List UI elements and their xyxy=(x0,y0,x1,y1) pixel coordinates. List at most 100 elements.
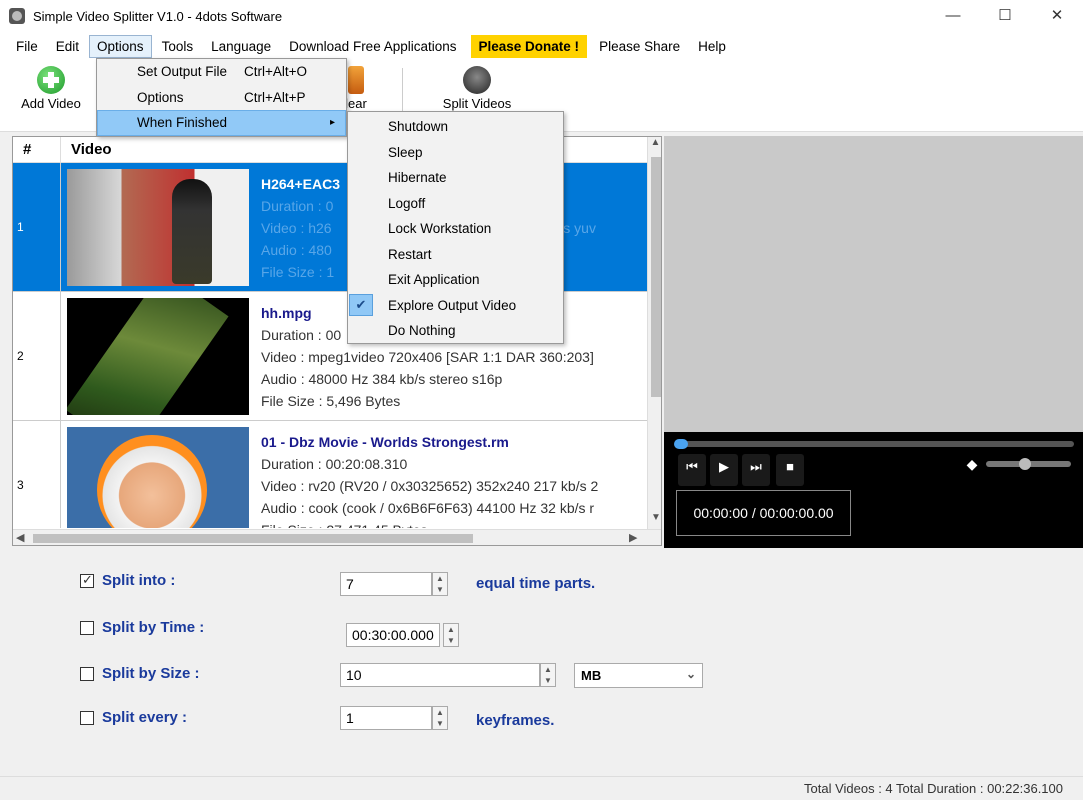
column-number[interactable]: # xyxy=(13,137,61,163)
menu-item-set-output-file[interactable]: Set Output File Ctrl+Alt+O xyxy=(97,59,346,85)
video-stream-info: Video : rv20 (RV20 / 0x30325652) 352x240… xyxy=(261,478,599,494)
menu-help[interactable]: Help xyxy=(690,35,734,58)
split-by-time-input[interactable]: 00:30:00.000 xyxy=(346,623,440,647)
size-unit-select[interactable]: MB ⌄ xyxy=(574,663,703,688)
video-stream-info: Video : mpeg1video 720x406 [SAR 1:1 DAR … xyxy=(261,349,594,365)
next-icon[interactable]: ⏭ xyxy=(742,454,770,486)
menu-item-hibernate[interactable]: Hibernate xyxy=(348,165,563,191)
split-by-time-stepper[interactable]: ▲ ▼ xyxy=(443,623,459,647)
menu-file[interactable]: File xyxy=(8,35,46,58)
submenu-arrow-icon: ▸ xyxy=(329,117,335,129)
video-details: 01 - Dbz Movie - Worlds Strongest.rm Dur… xyxy=(261,431,647,528)
vertical-scrollbar[interactable]: ▲ ▼ xyxy=(647,137,661,529)
menu-item-exit-application[interactable]: Exit Application xyxy=(348,267,563,293)
video-thumbnail xyxy=(67,427,249,528)
scroll-down-icon[interactable]: ▼ xyxy=(648,512,661,529)
scrollbar-thumb[interactable] xyxy=(651,157,661,397)
row-number: 2 xyxy=(13,292,61,420)
split-by-size-input[interactable]: 10 xyxy=(340,663,540,687)
volume-slider[interactable] xyxy=(986,458,1071,470)
scroll-left-icon[interactable]: ◀ xyxy=(16,531,24,544)
menu-item-options[interactable]: Options Ctrl+Alt+P xyxy=(97,85,346,111)
chevron-down-icon: ⌄ xyxy=(685,667,696,681)
split-every-stepper[interactable]: ▲ ▼ xyxy=(432,706,448,730)
menu-language[interactable]: Language xyxy=(203,35,279,58)
split-every-input[interactable]: 1 xyxy=(340,706,432,730)
menu-item-logoff[interactable]: Logoff xyxy=(348,191,563,217)
video-filename: 01 - Dbz Movie - Worlds Strongest.rm xyxy=(261,434,509,450)
menu-tools[interactable]: Tools xyxy=(154,35,202,58)
horizontal-scrollbar[interactable]: ◀ ▶ xyxy=(13,529,661,545)
split-every-checkbox[interactable] xyxy=(80,710,94,725)
options-menu: Set Output File Ctrl+Alt+O Options Ctrl+… xyxy=(96,58,347,137)
maximize-button[interactable]: ☐ xyxy=(979,0,1031,30)
horizontal-scrollbar-thumb[interactable] xyxy=(33,534,473,543)
menu-edit[interactable]: Edit xyxy=(48,35,87,58)
video-file-size: File Size : 27,471,45 Bytes xyxy=(261,519,647,528)
split-videos-label: Split Videos xyxy=(442,96,512,111)
video-thumbnail xyxy=(67,298,249,415)
scroll-right-icon[interactable]: ▶ xyxy=(629,531,637,544)
volume-knob[interactable] xyxy=(1019,458,1031,470)
video-file-size: File Size : 5,496 Bytes xyxy=(261,393,401,409)
status-bar: Total Videos : 4 Total Duration : 00:22:… xyxy=(0,776,1083,800)
menu-item-lock-workstation[interactable]: Lock Workstation xyxy=(348,216,563,242)
split-into-input[interactable]: 7 xyxy=(340,572,432,596)
menu-item-restart[interactable]: Restart xyxy=(348,242,563,268)
column-video[interactable]: Video xyxy=(63,137,120,163)
audio-stream-info: Audio : 48000 Hz 384 kb/s stereo s16p xyxy=(261,371,503,387)
volume-icon[interactable]: ◆ xyxy=(962,456,982,486)
keyframes-label: keyframes. xyxy=(476,712,555,729)
split-by-size-stepper[interactable]: ▲ ▼ xyxy=(540,663,556,687)
split-into-checkbox[interactable] xyxy=(80,572,94,588)
audio-stream-info: Audio : cook (cook / 0x6B6F6F63) 44100 H… xyxy=(261,500,595,516)
menu-item-explore-output-video[interactable]: ✔ Explore Output Video xyxy=(348,293,563,319)
clear-label: lear xyxy=(345,96,367,111)
split-by-size-option[interactable]: Split by Size : xyxy=(80,665,200,682)
split-by-size-checkbox[interactable] xyxy=(80,666,94,681)
add-video-button[interactable]: Add Video xyxy=(14,66,88,111)
menu-item-do-nothing[interactable]: Do Nothing xyxy=(348,318,563,344)
add-video-label: Add Video xyxy=(21,96,81,111)
window-controls: — ☐ ✕ xyxy=(927,0,1083,30)
window-title: Simple Video Splitter V1.0 - 4dots Softw… xyxy=(33,8,283,24)
menu-item-sleep[interactable]: Sleep xyxy=(348,140,563,166)
menu-options[interactable]: Options xyxy=(89,34,152,58)
video-duration: Duration : 00:20:08.310 xyxy=(261,456,408,472)
checkmark-icon: ✔ xyxy=(349,293,373,316)
split-videos-button[interactable]: Split Videos xyxy=(436,66,518,111)
split-by-size-label: Split by Size : xyxy=(102,665,200,682)
previous-icon[interactable]: ⏮ xyxy=(678,454,706,486)
seek-bar[interactable] xyxy=(674,439,1074,449)
split-by-time-checkbox[interactable] xyxy=(80,620,94,635)
status-text: Total Videos : 4 Total Duration : 00:22:… xyxy=(804,781,1063,796)
split-into-label: Split into : xyxy=(102,572,176,589)
menu-donate[interactable]: Please Donate ! xyxy=(470,34,588,58)
size-unit-value: MB xyxy=(581,668,602,683)
close-button[interactable]: ✕ xyxy=(1031,0,1083,30)
menu-share[interactable]: Please Share xyxy=(591,35,688,58)
minimize-button[interactable]: — xyxy=(927,0,979,30)
table-row[interactable]: 3 01 - Dbz Movie - Worlds Strongest.rm D… xyxy=(13,421,647,528)
menu-item-when-finished[interactable]: When Finished ▸ xyxy=(97,110,346,136)
menu-download-free-applications[interactable]: Download Free Applications xyxy=(281,35,464,58)
split-into-stepper[interactable]: ▲ ▼ xyxy=(432,572,448,596)
split-every-option[interactable]: Split every : xyxy=(80,709,187,726)
video-list[interactable]: # Video 1 H264+EAC3 Duration : 0 Video :… xyxy=(12,136,662,546)
scroll-up-icon[interactable]: ▲ xyxy=(648,137,661,154)
row-number: 1 xyxy=(13,163,61,291)
equal-time-parts-label: equal time parts. xyxy=(476,575,596,592)
split-into-option[interactable]: Split into : xyxy=(80,572,175,589)
time-display: 00:00:00 / 00:00:00.00 xyxy=(676,490,851,536)
stop-icon[interactable]: ■ xyxy=(776,454,804,486)
split-by-time-option[interactable]: Split by Time : xyxy=(80,619,204,636)
clear-icon xyxy=(348,66,364,94)
seek-knob[interactable] xyxy=(674,439,688,449)
when-finished-submenu: Shutdown Sleep Hibernate Logoff Lock Wor… xyxy=(347,111,564,344)
menu-item-shutdown[interactable]: Shutdown xyxy=(348,114,563,140)
video-player: ⏮ ▶ ⏭ ■ ◆ 00:00:00 / 00:00:00.00 xyxy=(664,432,1083,548)
play-icon[interactable]: ▶ xyxy=(710,454,738,486)
video-thumbnail xyxy=(67,169,249,286)
title-bar: Simple Video Splitter V1.0 - 4dots Softw… xyxy=(0,0,1083,32)
app-icon xyxy=(9,8,25,24)
